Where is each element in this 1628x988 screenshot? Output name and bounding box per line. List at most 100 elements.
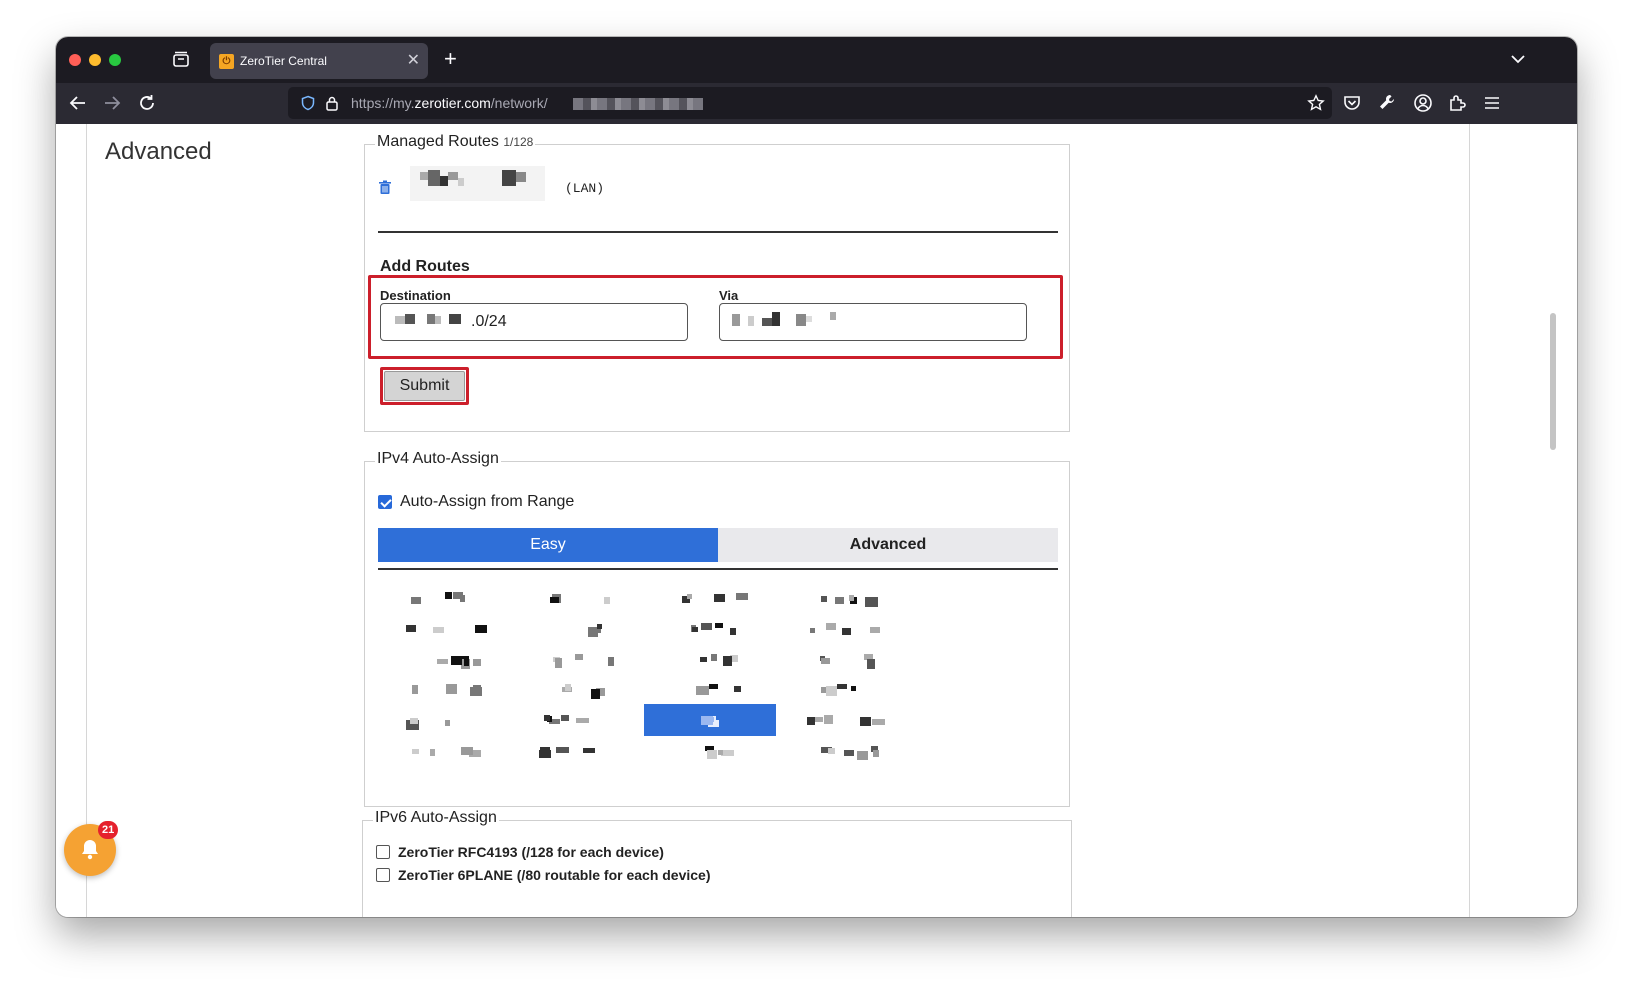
close-window-button[interactable] [69, 54, 81, 66]
redacted-pixel [870, 627, 880, 633]
ip-range-option[interactable] [378, 735, 510, 767]
notifications-button[interactable]: 21 [64, 821, 119, 876]
ip-range-option[interactable] [644, 735, 776, 767]
redacted-pixel [824, 715, 833, 724]
extensions-puzzle-icon[interactable] [1446, 92, 1468, 114]
redacted-pixel [461, 747, 473, 755]
ip-range-option[interactable] [777, 704, 909, 736]
redacted-pixel [412, 749, 419, 754]
tab-advanced[interactable]: Advanced [718, 528, 1058, 562]
route-count: 1/128 [503, 135, 534, 149]
pocket-icon[interactable] [1341, 92, 1363, 114]
auto-assign-checkbox[interactable] [378, 495, 392, 509]
ip-range-option[interactable] [777, 643, 909, 675]
ipv6-auto-assign-fieldset: IPv6 Auto-Assign ZeroTier RFC4193 (/128 … [362, 809, 1072, 917]
redacted-pixel [701, 623, 712, 630]
ip-range-option[interactable] [644, 581, 776, 613]
redacted-pixel [451, 656, 462, 665]
redacted-pixel [555, 658, 562, 668]
destination-value: .0/24 [471, 313, 507, 330]
ip-range-option[interactable] [378, 643, 510, 675]
auto-assign-row[interactable]: Auto-Assign from Range [378, 493, 574, 511]
via-label: Via [719, 288, 739, 303]
redacted-pixel [821, 658, 830, 664]
ipv6-6plane-row[interactable]: ZeroTier 6PLANE (/80 routable for each d… [376, 867, 711, 883]
back-arrow-icon[interactable] [67, 92, 89, 114]
shield-icon[interactable] [300, 95, 316, 111]
ip-range-option[interactable] [511, 673, 643, 705]
ip-range-option[interactable] [511, 735, 643, 767]
auto-assign-label: Auto-Assign from Range [400, 493, 575, 510]
redacted-pixel [835, 597, 844, 604]
browser-tab-zerotier[interactable]: ⏻ ZeroTier Central ✕ [210, 43, 428, 79]
close-tab-icon[interactable]: ✕ [407, 52, 420, 70]
redacted-pixel [700, 657, 707, 662]
account-icon[interactable] [1412, 92, 1434, 114]
tab-easy[interactable]: Easy [378, 528, 718, 562]
ipv6-6plane-checkbox[interactable] [376, 868, 390, 882]
redacted-pixel [826, 686, 837, 696]
redacted-pixel [411, 597, 421, 604]
ipv6-legend: IPv6 Auto-Assign [373, 809, 499, 827]
destination-input[interactable]: .0/24 [380, 303, 688, 341]
ip-range-option[interactable] [378, 673, 510, 705]
wrench-icon[interactable] [1376, 92, 1398, 114]
redacted-pixel [734, 686, 741, 692]
lock-icon[interactable] [325, 95, 339, 111]
ip-range-option[interactable] [644, 643, 776, 675]
trash-icon[interactable] [378, 180, 392, 195]
maximize-window-button[interactable] [109, 54, 121, 66]
redacted-pixel [730, 628, 736, 635]
ip-range-grid [378, 585, 1058, 795]
ipv6-rfc4193-checkbox[interactable] [376, 845, 390, 859]
via-input[interactable] [719, 303, 1027, 341]
redacted-pixel [810, 628, 815, 633]
redacted-pixel [561, 715, 569, 721]
tab-title: ZeroTier Central [240, 54, 327, 68]
ip-range-option[interactable] [511, 643, 643, 675]
ip-range-option[interactable] [378, 581, 510, 613]
ip-range-option[interactable] [378, 612, 510, 644]
tab-overview-icon[interactable] [170, 49, 192, 71]
page-scrollbar[interactable] [1550, 313, 1556, 450]
ip-range-option[interactable] [378, 704, 510, 736]
redacted-pixel [437, 659, 448, 664]
add-routes-title: Add Routes [380, 258, 470, 275]
ip-range-option-selected[interactable] [644, 704, 776, 736]
notification-count-badge: 21 [98, 821, 119, 839]
redacted-pixel [707, 750, 717, 759]
routes-divider [378, 231, 1058, 233]
ipv6-rfc4193-row[interactable]: ZeroTier RFC4193 (/128 for each device) [376, 844, 664, 860]
minimize-window-button[interactable] [89, 54, 101, 66]
ip-range-option[interactable] [777, 673, 909, 705]
redacted-pixel [851, 686, 856, 691]
managed-routes-legend: Managed Routes 1/128 [375, 133, 536, 151]
bell-icon [82, 840, 98, 860]
forward-arrow-icon[interactable] [101, 92, 123, 114]
ip-range-option[interactable] [511, 704, 643, 736]
page-content: Advanced Managed Routes 1/128 (LAN) Add … [56, 124, 1577, 917]
hamburger-menu-icon[interactable] [1481, 92, 1503, 114]
ip-range-option[interactable] [777, 735, 909, 767]
submit-button[interactable]: Submit [384, 371, 465, 401]
ip-range-option[interactable] [644, 612, 776, 644]
ip-range-option[interactable] [777, 612, 909, 644]
redacted-pixel [872, 719, 885, 725]
section-title: Advanced [105, 138, 212, 165]
redacted-pixel [709, 684, 718, 689]
chevron-down-icon[interactable] [1509, 50, 1527, 68]
redacted-pixel [844, 750, 854, 756]
redacted-pixel [692, 627, 698, 632]
ip-range-option[interactable] [511, 581, 643, 613]
reload-icon[interactable] [136, 92, 158, 114]
address-bar[interactable]: https://my.zerotier.com/network/ [288, 87, 1332, 119]
redacted-pixel [583, 748, 595, 753]
ip-range-option[interactable] [777, 581, 909, 613]
redacted-pixel [867, 659, 875, 669]
bookmark-star-icon[interactable] [1307, 94, 1325, 112]
new-tab-icon[interactable]: + [444, 46, 457, 72]
ip-range-option[interactable] [511, 612, 643, 644]
redacted-pixel [540, 747, 550, 755]
title-bar: ⏻ ZeroTier Central ✕ + [56, 37, 1577, 83]
ip-range-option[interactable] [644, 673, 776, 705]
